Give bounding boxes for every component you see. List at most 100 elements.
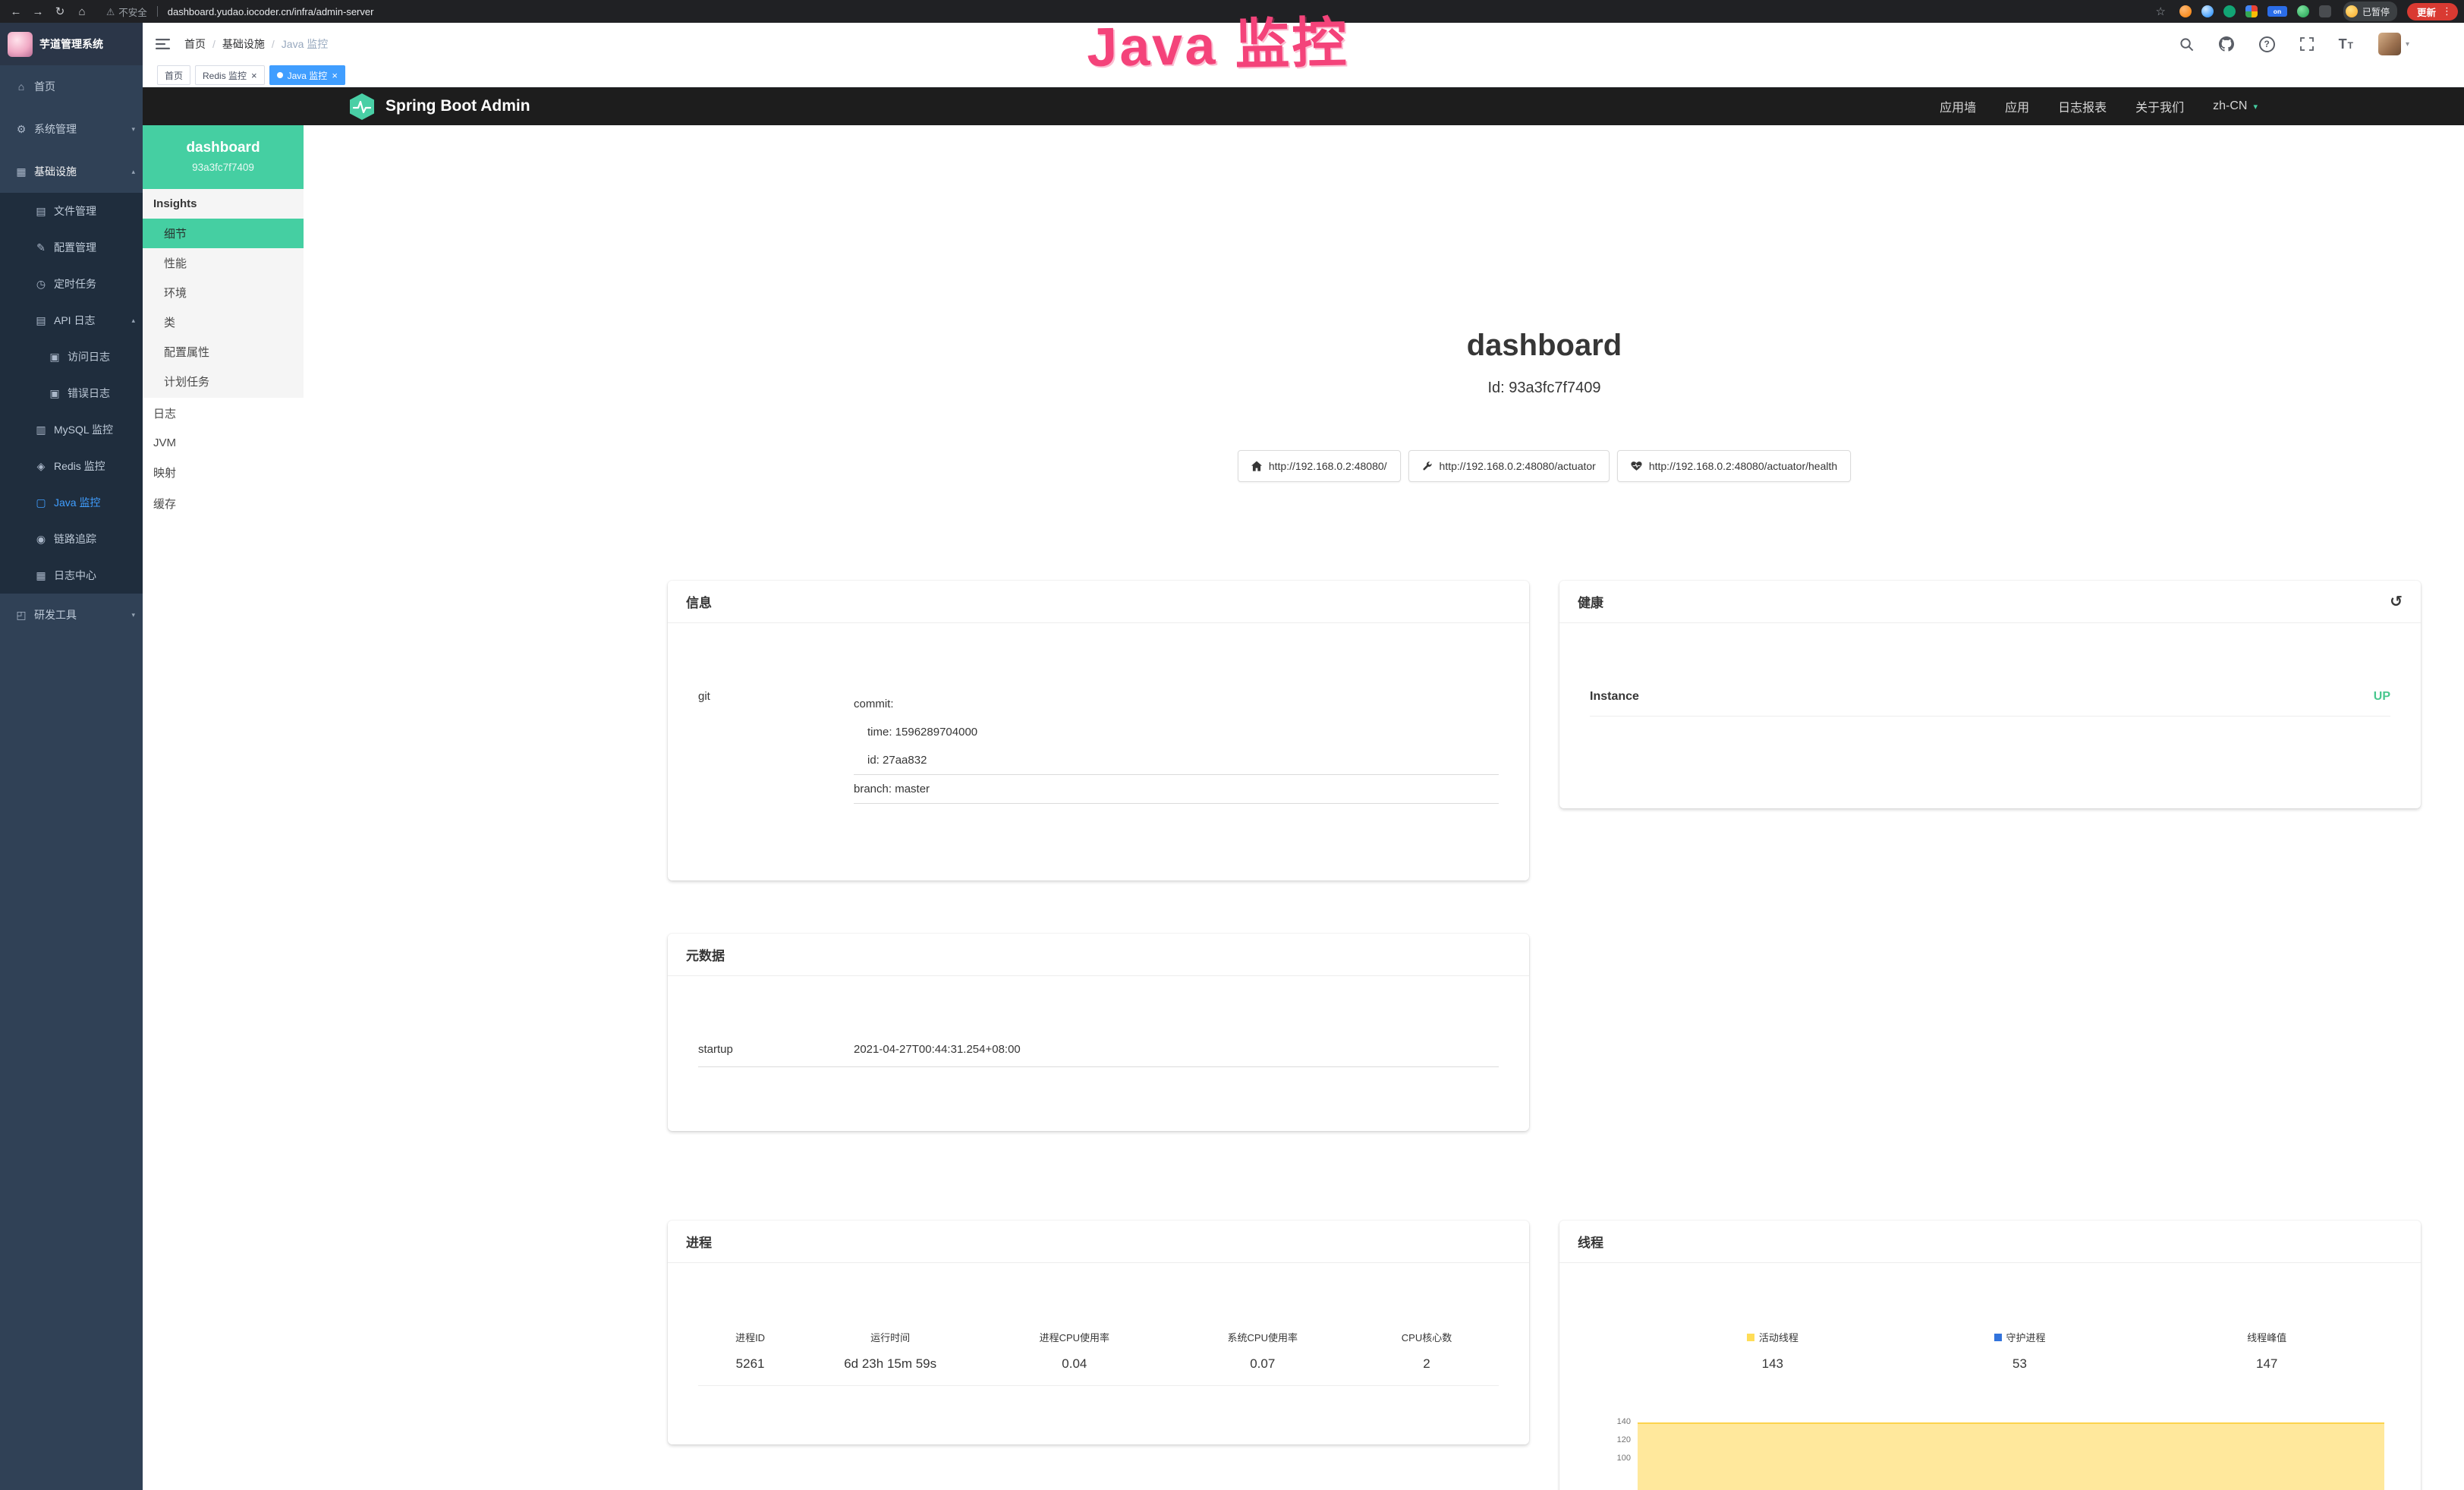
extension-leaf-icon[interactable] [2297,5,2309,17]
sba-nav-journal[interactable]: 日志报表 [2058,97,2107,115]
bookmark-star-icon[interactable]: ☆ [2156,5,2166,18]
sba-item-mappings[interactable]: 映射 [143,457,304,488]
locale-value: zh-CN [2213,99,2247,113]
app-brand-title: 芋道管理系统 [39,36,103,52]
sba-item-performance[interactable]: 性能 [143,248,304,278]
help-icon[interactable]: ? [2259,36,2275,52]
service-url-button[interactable]: http://192.168.0.2:48080/ [1238,450,1401,482]
search-icon[interactable] [2179,37,2194,52]
sba-logo [349,93,375,121]
sba-item-config-props[interactable]: 配置属性 [143,337,304,367]
sba-nav-applications[interactable]: 应用 [2005,97,2029,115]
health-url-button[interactable]: http://192.168.0.2:48080/actuator/health [1617,450,1851,482]
sba-item-logs[interactable]: 日志 [143,398,304,429]
info-card-body: git commit: time: 1596289704000 id: 27aa… [668,623,1529,822]
sidebar-item-java-monitor[interactable]: ▢ Java 监控 [0,484,143,521]
legend-square-live [1747,1334,1754,1341]
browser-update-button[interactable]: 更新 ⋮ [2407,3,2458,20]
back-icon[interactable]: ← [6,2,26,21]
fullscreen-icon[interactable] [2300,37,2314,51]
sidebar-item-log-center[interactable]: ▦ 日志中心 [0,557,143,594]
browser-home-icon[interactable]: ⌂ [72,2,92,21]
process-col-proc-cpu: 进程CPU使用率 [978,1330,1170,1344]
sidebar-item-redis-monitor[interactable]: ◈ Redis 监控 [0,448,143,484]
sidebar-item-label: Redis 监控 [54,458,105,474]
sba-item-details[interactable]: 细节 [143,219,304,248]
log-center-icon: ▦ [35,569,47,582]
close-icon[interactable]: × [251,71,257,80]
user-avatar[interactable] [2378,33,2401,55]
sba-item-classes[interactable]: 类 [143,307,304,337]
sidebar-item-label: 访问日志 [68,349,110,364]
sba-item-caches[interactable]: 缓存 [143,488,304,519]
tab-java-monitor[interactable]: Java 监控 × [269,65,345,85]
metadata-card-header: 元数据 [668,934,1529,976]
app-header: 首页 / 基础设施 / Java 监控 ? [143,23,2464,65]
breadcrumb: 首页 / 基础设施 / Java 监控 [184,36,328,52]
security-warning[interactable]: ⚠ 不安全 [106,5,147,19]
extension-on-icon[interactable]: on [2267,6,2287,17]
sidebar-item-file-manage[interactable]: ▤ 文件管理 [0,193,143,229]
tab-label: Redis 监控 [203,69,247,82]
tab-home[interactable]: 首页 [157,65,190,85]
y-tick: 100 [1590,1449,1631,1467]
sba-item-jvm[interactable]: JVM [143,429,304,457]
extension-drop-icon[interactable] [2201,5,2214,17]
process-card: 进程 进程ID 运行时间 进程CPU使用率 系统CPU使用率 [668,1221,1529,1444]
extension-green-icon[interactable] [2223,5,2236,17]
cards-grid: 信息 git commit: time: 1596289704000 [668,581,2421,1490]
document-icon: ▣ [49,351,61,364]
sidebar-item-home[interactable]: ⌂ 首页 [0,65,143,108]
close-icon[interactable]: × [332,71,338,80]
health-instance-row[interactable]: Instance UP [1590,690,2390,717]
forward-icon[interactable]: → [28,2,48,21]
sidebar-item-config-manage[interactable]: ✎ 配置管理 [0,229,143,266]
sba-nav-about[interactable]: 关于我们 [2135,97,2184,115]
info-value-git: commit: time: 1596289704000 id: 27aa832 … [854,690,1499,804]
process-values: 5261 6d 23h 15m 59s 0.04 0.07 2 [698,1356,1499,1386]
sidebar-item-access-log[interactable]: ▣ 访问日志 [0,339,143,375]
process-card-title: 进程 [686,1232,712,1251]
sba-nav-wallboard[interactable]: 应用墙 [1940,97,1976,115]
sidebar-item-mysql-monitor[interactable]: ▥ MySQL 监控 [0,411,143,448]
url-text[interactable]: dashboard.yudao.iocoder.cn/infra/admin-s… [168,6,374,17]
app-sidebar: 芋道管理系统 ⌂ 首页 ⚙ 系统管理 ▾ ▦ 基础设施 ▴ ▤ 文件管理 [0,23,143,1490]
breadcrumb-item-home[interactable]: 首页 [184,36,206,52]
sidebar-item-label: 链路追踪 [54,531,96,547]
font-size-icon[interactable]: T T [2339,37,2353,51]
tab-redis-monitor[interactable]: Redis 监控 × [195,65,265,85]
gear-icon: ⚙ [15,123,27,136]
sidebar-item-scheduled-job[interactable]: ◷ 定时任务 [0,266,143,302]
breadcrumb-item-infrastructure[interactable]: 基础设施 [222,36,265,52]
locale-select[interactable]: zh-CN ▾ [2213,99,2258,113]
reload-icon[interactable]: ↻ [50,2,70,21]
sidebar-item-devtools[interactable]: ◰ 研发工具 ▾ [0,594,143,636]
browser-menu-icon[interactable]: ⋮ [2442,5,2452,17]
sidebar-item-api-log[interactable]: ▤ API 日志 ▴ [0,302,143,339]
extension-puzzle-icon[interactable] [2319,5,2331,17]
sidebar-item-infrastructure[interactable]: ▦ 基础设施 ▴ [0,150,143,193]
home-icon [1251,461,1262,471]
github-icon[interactable] [2219,36,2234,52]
sba-instance-header[interactable]: dashboard 93a3fc7f7409 [143,125,304,189]
collapse-menu-icon[interactable] [156,39,170,49]
sidebar-item-label: 系统管理 [34,121,77,137]
extension-grid-icon[interactable] [2245,5,2258,17]
refresh-history-icon[interactable]: ↺ [2390,592,2403,611]
tab-label: 首页 [165,69,183,82]
sidebar-item-system[interactable]: ⚙ 系统管理 ▾ [0,108,143,150]
metadata-value: 2021-04-27T00:44:31.254+08:00 [854,1043,1021,1056]
sba-main: dashboard Id: 93a3fc7f7409 http://192.16… [304,125,2464,1490]
actuator-url-button[interactable]: http://192.168.0.2:48080/actuator [1408,450,1610,482]
profile-paused-badge[interactable]: 已暂停 [2343,2,2397,21]
app-logo [8,32,33,57]
extension-fox-icon[interactable] [2179,5,2192,17]
threads-card-title: 线程 [1578,1232,1603,1251]
sba-item-environment[interactable]: 环境 [143,278,304,307]
sidebar-item-error-log[interactable]: ▣ 错误日志 [0,375,143,411]
breadcrumb-separator: / [272,38,275,50]
sidebar-item-trace[interactable]: ◉ 链路追踪 [0,521,143,557]
sba-brand[interactable]: Spring Boot Admin [349,93,530,121]
sba-item-scheduled-tasks[interactable]: 计划任务 [143,367,304,396]
header-actions: ? T T ▾ [2179,33,2464,55]
